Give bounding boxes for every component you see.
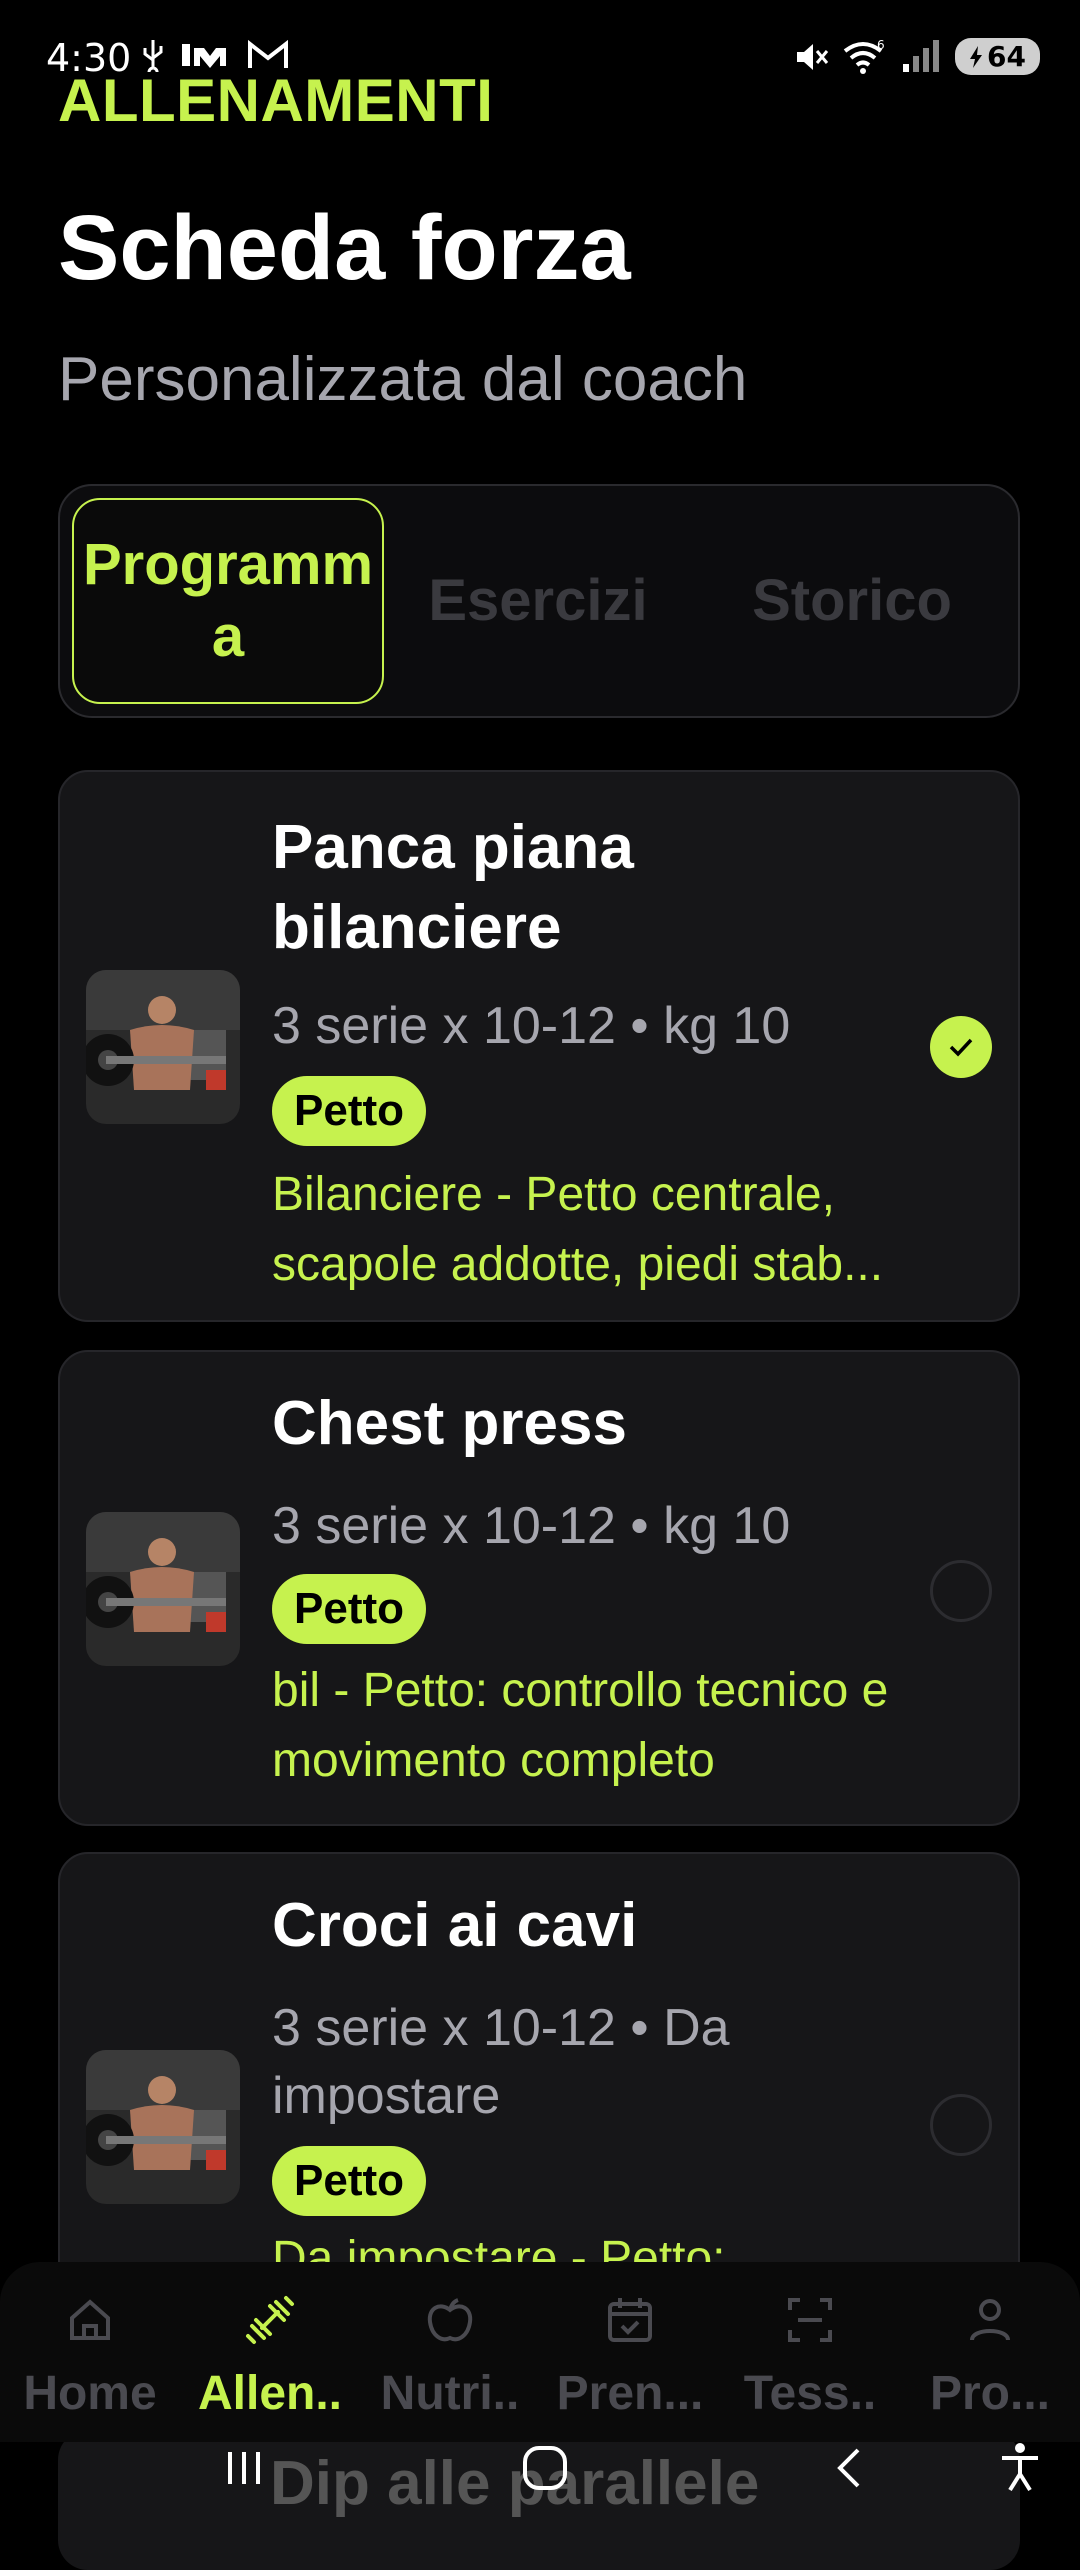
completed-checkbox[interactable] (930, 1560, 992, 1622)
recents-button[interactable] (214, 2438, 274, 2503)
charging-icon (970, 45, 983, 68)
nav-label: Home (23, 2367, 157, 2420)
tab-programma[interactable]: Programma (72, 498, 384, 704)
home-circle-icon (523, 2446, 567, 2490)
home-button[interactable] (510, 2438, 580, 2503)
page-title: Scheda forza (58, 197, 631, 299)
exercise-title: Croci ai cavi (272, 1891, 638, 1960)
exercise-thumbnail (86, 2050, 240, 2204)
nav-label: Tess.. (743, 2367, 877, 2420)
page-subtitle: Personalizzata dal coach (58, 345, 748, 414)
exercise-thumbnail (86, 1512, 240, 1666)
muscle-badge: Petto (272, 1076, 426, 1146)
exercise-thumbnail (86, 970, 240, 1124)
nav-prenotazioni[interactable]: Pren... (540, 2292, 720, 2421)
nav-label: Pren... (556, 2367, 704, 2420)
calendar-check-icon (608, 2298, 652, 2342)
status-right-icons: 6 64 (793, 38, 1040, 75)
wifi-icon: 6 (843, 39, 885, 74)
muscle-badge: Petto (272, 2146, 426, 2216)
back-button[interactable] (820, 2438, 880, 2503)
accessibility-icon (1002, 2443, 1038, 2492)
mute-icon (797, 43, 829, 70)
svg-text:6: 6 (877, 39, 885, 52)
battery-indicator: 64 (955, 38, 1040, 75)
nav-tessera[interactable]: Tess.. (720, 2292, 900, 2421)
exercise-title: Panca piana bilanciere (272, 813, 634, 962)
battery-level: 64 (987, 40, 1026, 73)
nav-label: Allen.. (197, 2367, 343, 2420)
nav-allenamenti[interactable]: Allen.. (180, 2292, 360, 2421)
exercise-note: Bilanciere - Petto centrale, scapole add… (272, 1168, 884, 1291)
home-icon (70, 2299, 110, 2340)
profile-icon (970, 2299, 1010, 2341)
apple-icon (427, 2298, 473, 2342)
nav-label: Nutri.. (380, 2367, 520, 2420)
nav-home[interactable]: Home (0, 2292, 180, 2421)
exercise-card[interactable]: Panca piana bilanciere 3 serie x 10-12 •… (58, 770, 1020, 1322)
tab-bar: Programma Esercizi Storico (58, 484, 1020, 718)
recents-icon (228, 2452, 260, 2484)
exercise-card[interactable]: Chest press 3 serie x 10-12 • kg 10 Pett… (58, 1350, 1020, 1826)
nav-profilo[interactable]: Pro... (900, 2292, 1080, 2421)
exercise-meta: 3 serie x 10-12 • kg 10 (272, 997, 791, 1055)
completed-checkbox[interactable] (930, 1016, 992, 1078)
bottom-navigation: Home Allen.. Nutri.. Pren... Tess.. Pro.… (0, 2262, 1080, 2442)
completed-checkbox[interactable] (930, 2094, 992, 2156)
muscle-badge: Petto (272, 1574, 426, 1644)
dumbbell-icon (246, 2296, 294, 2344)
signal-icon (903, 39, 940, 72)
exercise-meta: 3 serie x 10-12 • Da impostare (272, 1999, 730, 2125)
back-icon (837, 2448, 860, 2488)
system-navigation-bar (0, 2430, 1080, 2520)
nav-label: Pro... (929, 2367, 1051, 2420)
exercise-meta: 3 serie x 10-12 • kg 10 (272, 1497, 791, 1555)
scan-icon (788, 2298, 832, 2342)
tab-storico[interactable]: Storico (696, 498, 1008, 704)
nav-nutrizione[interactable]: Nutri.. (360, 2292, 540, 2421)
exercise-title: Chest press (272, 1389, 627, 1458)
exercise-note: bil - Petto: controllo tecnico e movimen… (272, 1664, 889, 1787)
accessibility-button[interactable] (990, 2438, 1050, 2503)
section-label: ALLENAMENTI (58, 67, 494, 134)
tab-esercizi[interactable]: Esercizi (382, 498, 694, 704)
check-icon (949, 1038, 973, 1057)
